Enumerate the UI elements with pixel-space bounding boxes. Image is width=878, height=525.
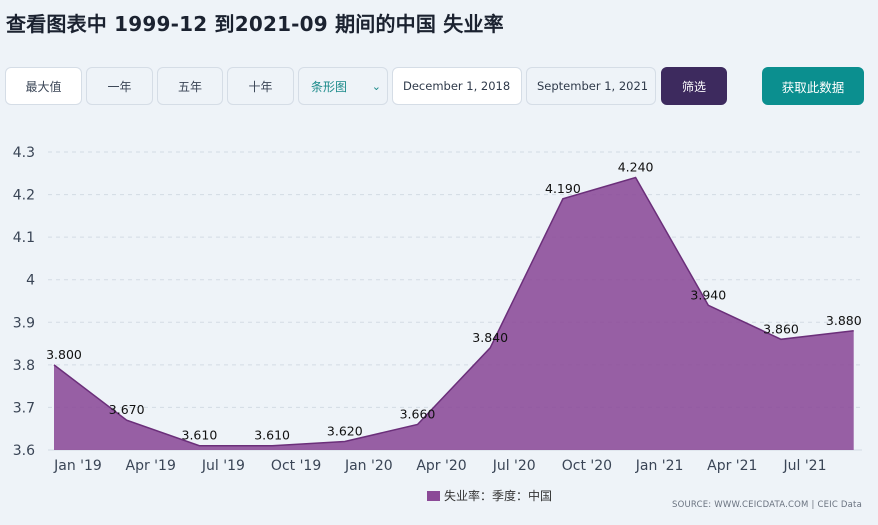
y-tick-label: 4 [26,273,35,289]
y-tick-label: 4.1 [13,230,35,246]
y-tick-label: 3.7 [13,400,35,416]
data-label: 3.670 [109,402,145,417]
y-tick-label: 3.9 [13,315,35,331]
data-label: 3.940 [690,287,726,302]
source-credit: SOURCE: WWW.CEICDATA.COM | CEIC Data [672,500,862,510]
legend-label: 失业率：季度：中国 [444,489,553,503]
data-label: 3.840 [472,330,508,345]
x-tick-label: Apr '21 [707,458,757,474]
x-tick-label: Apr '20 [416,458,466,474]
legend-swatch [427,490,440,501]
data-label: 4.190 [545,181,581,196]
data-label: 3.800 [46,347,82,362]
x-tick-label: Jan '19 [53,458,102,474]
x-tick-label: Oct '19 [271,458,321,474]
x-tick-label: Jan '21 [635,458,684,474]
y-tick-label: 3.6 [13,443,35,459]
data-label: 3.880 [826,313,862,328]
data-label: 3.860 [763,321,799,336]
x-tick-label: Jan '20 [344,458,393,474]
unemployment-area-chart: 3.6 3.7 3.8 3.9 4 4.1 4.2 4.3 Jan '19 Apr '19 Jul… [13,145,862,474]
x-tick-label: Oct '20 [562,458,612,474]
series-area [54,177,854,450]
y-tick-label: 3.8 [13,358,35,374]
x-tick-label: Apr '19 [126,458,176,474]
data-label: 4.240 [618,160,654,175]
data-label: 3.610 [254,428,290,443]
y-tick-label: 4.2 [13,188,35,204]
x-tick-label: Jul '20 [492,458,536,474]
y-tick-label: 4.3 [13,145,35,161]
legend[interactable]: 失业率：季度：中国 [427,487,552,504]
data-label: 3.620 [327,423,363,438]
y-axis-ticks: 3.6 3.7 3.8 3.9 4 4.1 4.2 4.3 [13,145,35,459]
data-label: 3.610 [182,428,218,443]
x-axis-ticks: Jan '19 Apr '19 Jul '19 Oct '19 Jan '20 Apr '… [53,458,826,474]
x-tick-label: Jul '21 [782,458,826,474]
x-tick-label: Jul '19 [201,458,245,474]
data-label: 3.660 [400,406,436,421]
